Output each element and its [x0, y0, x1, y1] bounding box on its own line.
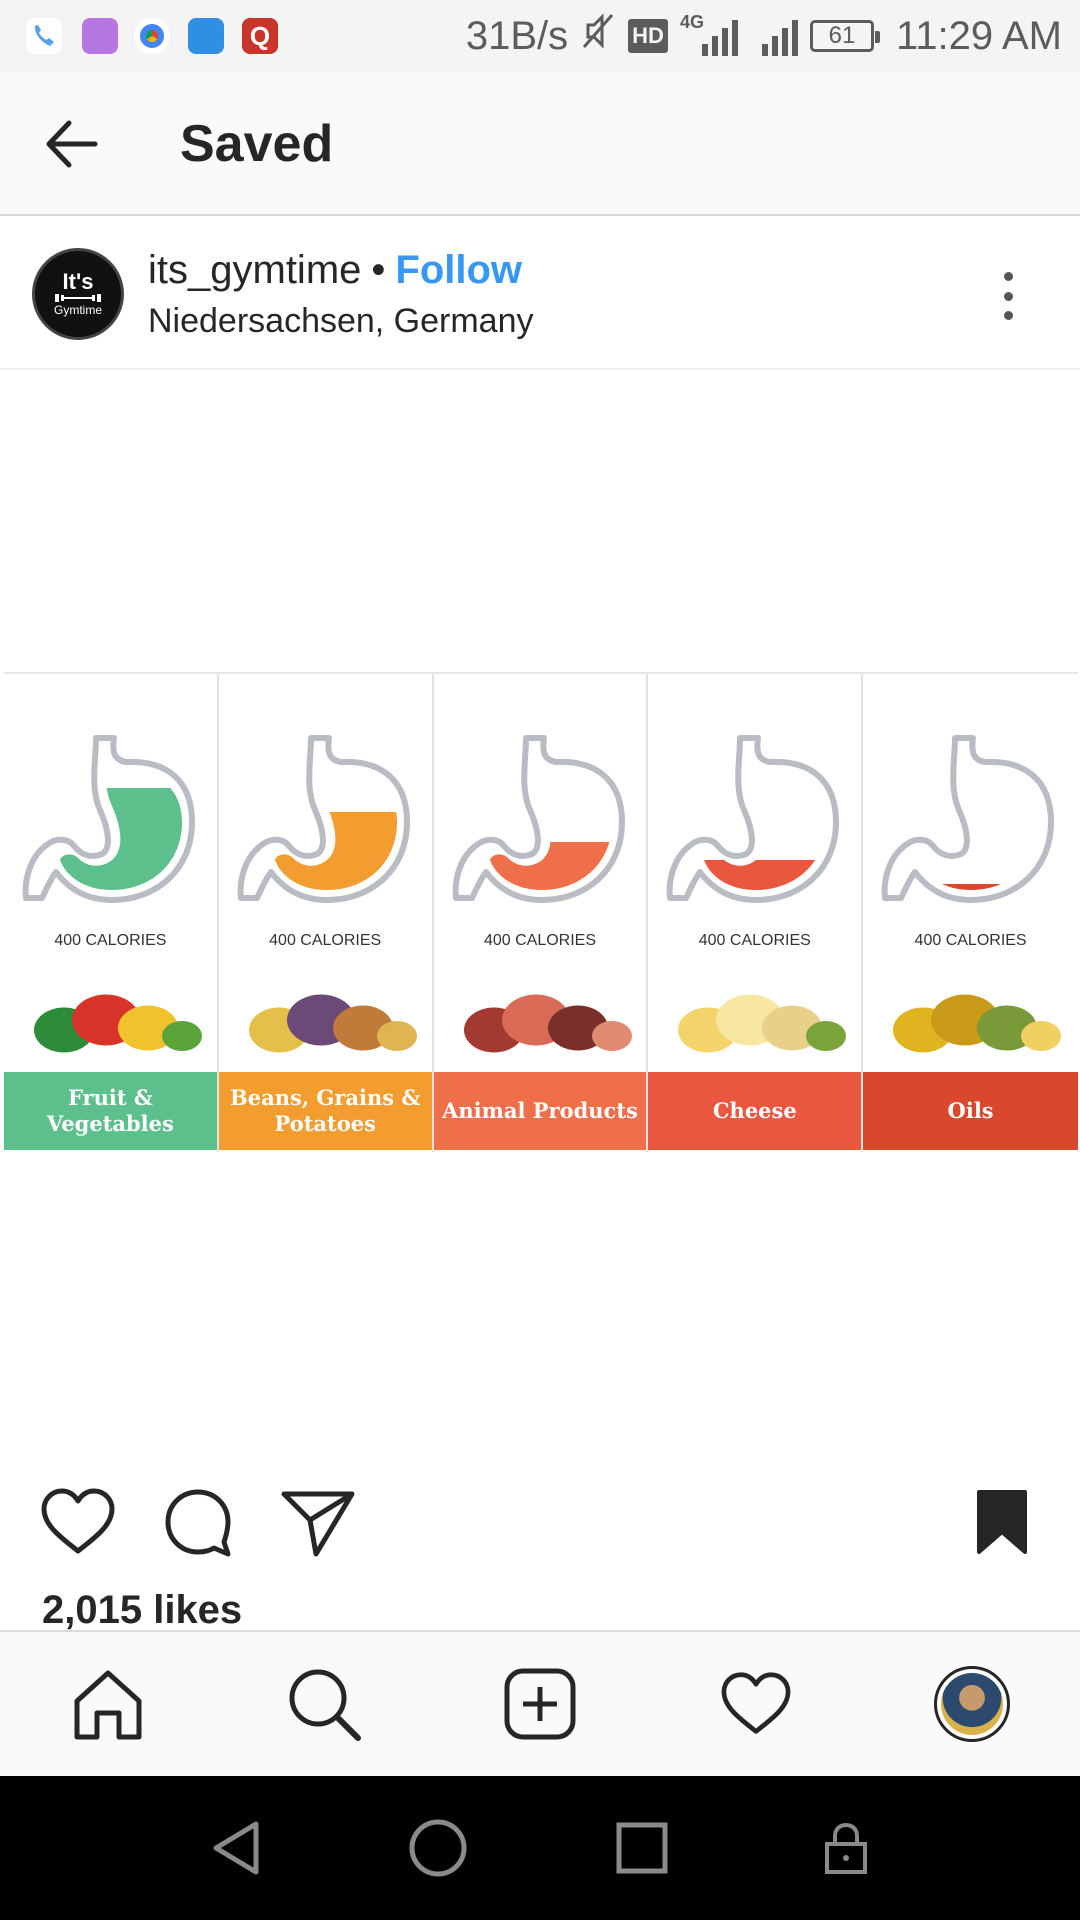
home-icon — [74, 1670, 142, 1740]
nav-add-button[interactable] — [492, 1656, 588, 1752]
food-illustration — [893, 994, 1062, 1053]
battery-level: 61 — [828, 22, 856, 49]
quora-app-icon: Q — [242, 18, 278, 54]
likes-count[interactable]: 2,015 likes — [42, 1588, 242, 1633]
heart-icon — [41, 1488, 115, 1554]
post-image[interactable]: 400 CALORIES Fruit & Vegetables 400 CALORI… — [0, 372, 1080, 1472]
system-home-button[interactable] — [402, 1812, 474, 1884]
infographic-column: 400 CALORIES Cheese — [648, 674, 864, 1152]
post-header: It's Gymtime its_gymtime • Follow Niedersa… — [0, 218, 1080, 370]
more-vertical-icon — [1003, 272, 1013, 281]
food-category-label: Cheese — [648, 1072, 862, 1150]
square-recents-icon — [616, 1822, 668, 1874]
system-navigation-bar — [0, 1776, 1080, 1920]
nav-activity-button[interactable] — [708, 1656, 804, 1752]
chrome-app-icon — [134, 18, 170, 54]
search-icon — [289, 1669, 361, 1741]
hd-badge: HD — [628, 19, 668, 53]
save-button[interactable] — [962, 1482, 1042, 1562]
food-illustration — [34, 994, 202, 1053]
top-header: Saved — [0, 72, 1080, 216]
calories-label: 400 CALORIES — [698, 932, 811, 949]
food-category-label: Oils — [863, 1072, 1078, 1150]
food-illustration — [248, 994, 417, 1053]
calories-label: 400 CALORIES — [483, 932, 597, 949]
location-link[interactable]: Niedersachsen, Germany — [148, 302, 534, 341]
add-post-icon — [504, 1668, 576, 1740]
profile-avatar — [934, 1666, 1010, 1742]
net-speed: 31B/s — [465, 13, 569, 58]
stomach-icon — [881, 735, 1055, 903]
post-actions — [0, 1472, 1080, 1582]
network-type: 4G — [679, 12, 704, 32]
triangle-back-icon — [213, 1821, 259, 1875]
status-bar: Q 31B/s HD 4G 61 11:29 AM — [0, 0, 1080, 72]
lock-icon — [825, 1822, 867, 1874]
calories-label: 400 CALORIES — [914, 932, 1027, 949]
stomach-icon — [237, 735, 410, 903]
send-icon — [281, 1491, 355, 1557]
more-dot — [1003, 311, 1013, 320]
system-lock-button[interactable] — [810, 1812, 882, 1884]
gallery-app-icon — [82, 18, 118, 54]
infographic-column: 400 CALORIES Beans, Grains & Potatoes — [218, 674, 434, 1152]
bookmark-filled-icon — [977, 1490, 1027, 1554]
battery-icon: 61 — [809, 20, 880, 52]
avatar-text: It's — [62, 269, 94, 294]
stomach-icon — [22, 735, 195, 903]
calories-label: 400 CALORIES — [269, 932, 382, 949]
clock: 11:29 AM — [895, 13, 1062, 58]
stomach-calories-infographic: 400 CALORIES Fruit & Vegetables 400 CALORI… — [4, 672, 1078, 1152]
heart-icon — [721, 1672, 791, 1734]
avatar-subtext: Gymtime — [54, 303, 102, 317]
mute-icon — [580, 11, 616, 61]
more-dot — [1003, 291, 1013, 301]
like-button[interactable] — [38, 1482, 118, 1562]
share-button[interactable] — [278, 1482, 358, 1562]
food-illustration — [463, 994, 632, 1053]
page-title: Saved — [180, 115, 334, 173]
comment-icon — [165, 1489, 231, 1557]
food-category-label: Animal Products — [433, 1072, 647, 1150]
infographic-column: 400 CALORIES Fruit & Vegetables — [4, 674, 219, 1152]
nav-search-button[interactable] — [276, 1656, 372, 1752]
dumbbell-icon — [55, 294, 101, 302]
post-user-line: its_gymtime • Follow — [148, 248, 522, 293]
food-category-label: Fruit & Vegetables — [4, 1072, 217, 1150]
signal-icon — [761, 16, 798, 56]
back-button[interactable] — [36, 112, 106, 176]
bottom-nav — [0, 1630, 1080, 1776]
system-recents-button[interactable] — [606, 1812, 678, 1884]
more-options-button[interactable] — [990, 266, 1026, 326]
infographic-column: 400 CALORIES Animal Products — [433, 674, 649, 1152]
system-back-button[interactable] — [200, 1812, 272, 1884]
phone-app-icon — [26, 18, 62, 54]
stomach-icon — [667, 735, 840, 903]
username-link[interactable]: its_gymtime — [148, 248, 361, 292]
arrow-left-icon — [46, 120, 98, 168]
signal-4g-icon: 4G — [680, 12, 738, 56]
infographic-column: 400 CALORIES Oils — [863, 674, 1078, 1152]
food-category-label: Beans, Grains & Potatoes — [218, 1072, 432, 1150]
nav-profile-button[interactable] — [924, 1656, 1020, 1752]
calories-label: 400 CALORIES — [54, 932, 167, 949]
app-icon — [188, 18, 224, 54]
post-avatar[interactable]: It's Gymtime — [32, 248, 124, 340]
separator-dot: • — [371, 248, 386, 292]
follow-button[interactable]: Follow — [395, 248, 522, 292]
stomach-icon — [452, 735, 625, 903]
circle-home-icon — [409, 1819, 467, 1877]
nav-home-button[interactable] — [60, 1656, 156, 1752]
comment-button[interactable] — [158, 1482, 238, 1562]
food-illustration — [678, 994, 847, 1053]
